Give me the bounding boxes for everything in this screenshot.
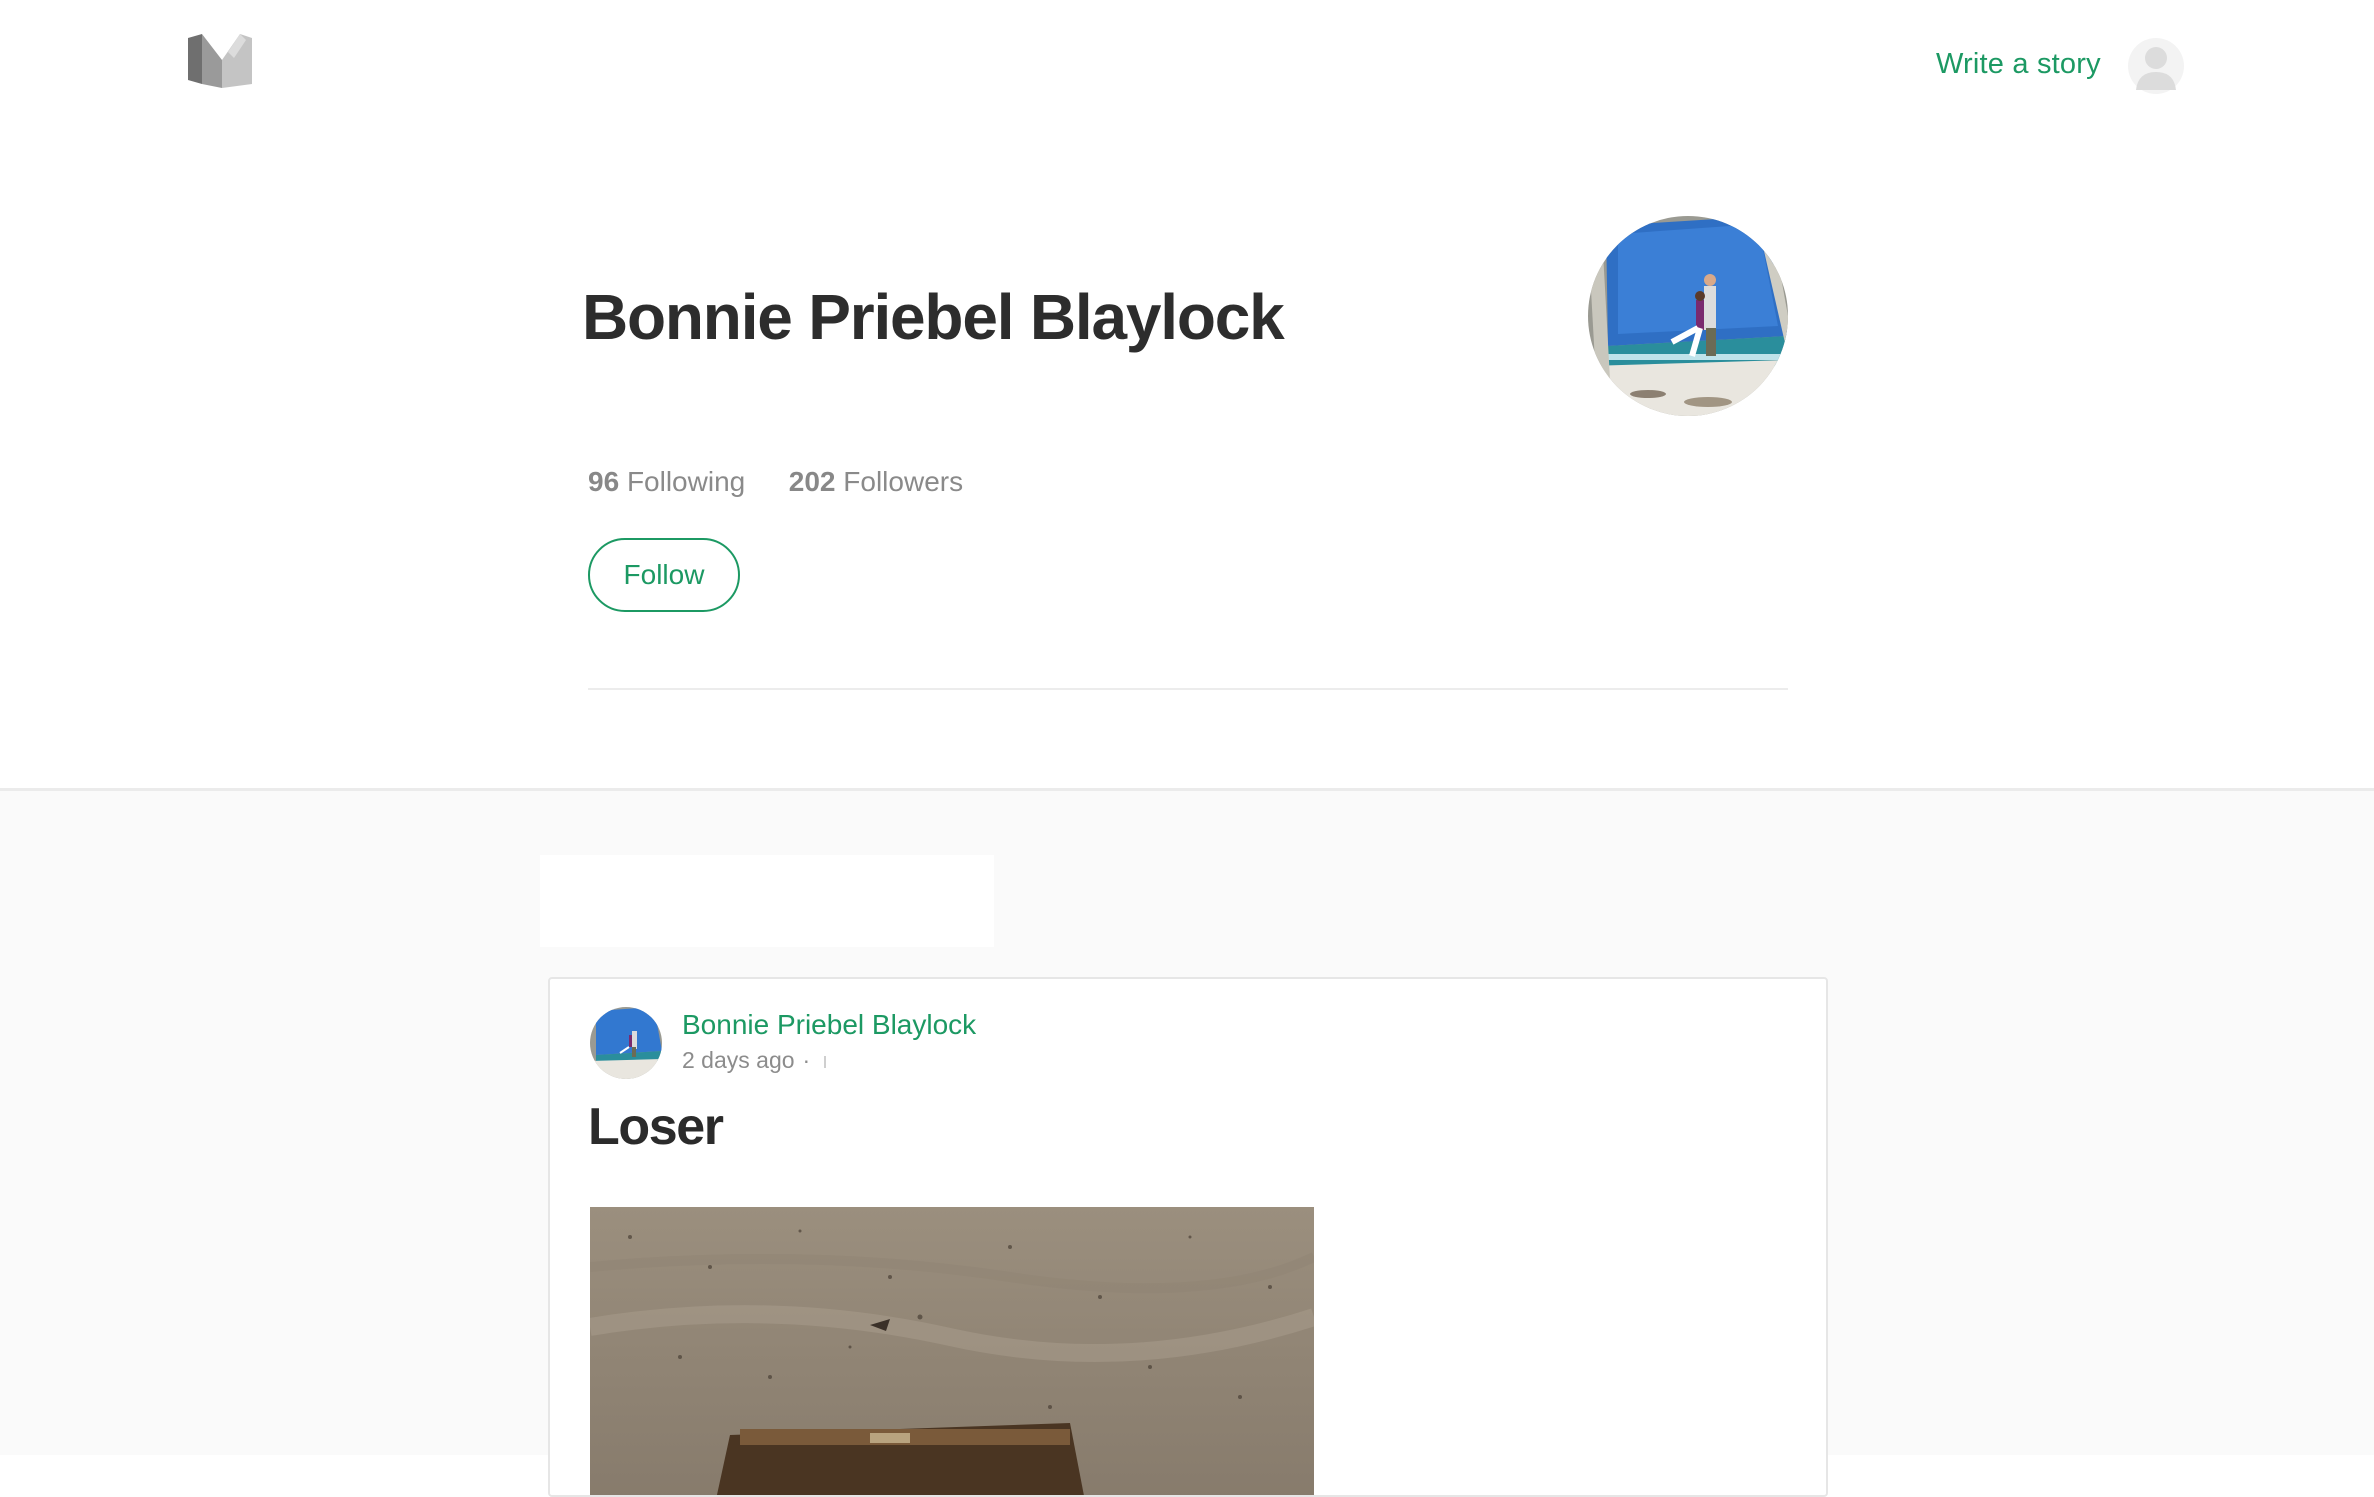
user-avatar-icon[interactable] [2128,38,2184,94]
post-author-link[interactable]: Bonnie Priebel Blaylock [682,1009,976,1041]
write-story-link[interactable]: Write a story [1936,48,2101,81]
followers-count: 202 [788,466,836,497]
following-stat[interactable]: 96 Following [588,466,753,497]
follow-button[interactable]: Follow [588,538,740,612]
medium-logo-icon[interactable] [188,34,252,88]
profile-name: Bonnie Priebel Blaylock [582,281,1285,353]
following-label: Following [626,466,746,497]
post-stream: Bonnie Priebel Blaylock 2 days ago · Lose… [0,788,2374,1497]
author-avatar[interactable] [590,1007,662,1079]
profile-header: Bonnie Priebel Blaylock 96 Following 202… [0,130,2374,788]
followers-label: Followers [843,466,964,497]
post-image[interactable] [588,1207,1317,1495]
followers-stat[interactable]: 202 Followers [789,466,963,497]
post-meta: 2 days ago · [682,1047,827,1074]
post-card[interactable]: Bonnie Priebel Blaylock 2 days ago · Lose… [548,977,1828,1497]
top-navigation: Write a story [0,0,2374,130]
profile-photo [1588,216,1788,416]
stream-tab-placeholder [540,855,994,947]
profile-stats: 96 Following 202 Followers [588,466,963,498]
following-count: 96 [588,466,620,497]
meta-separator: · [802,1047,811,1073]
read-time-indicator [824,1055,827,1068]
post-title[interactable]: Loser [588,1097,724,1157]
post-time[interactable]: 2 days ago [682,1047,795,1073]
profile-divider [588,688,1788,690]
